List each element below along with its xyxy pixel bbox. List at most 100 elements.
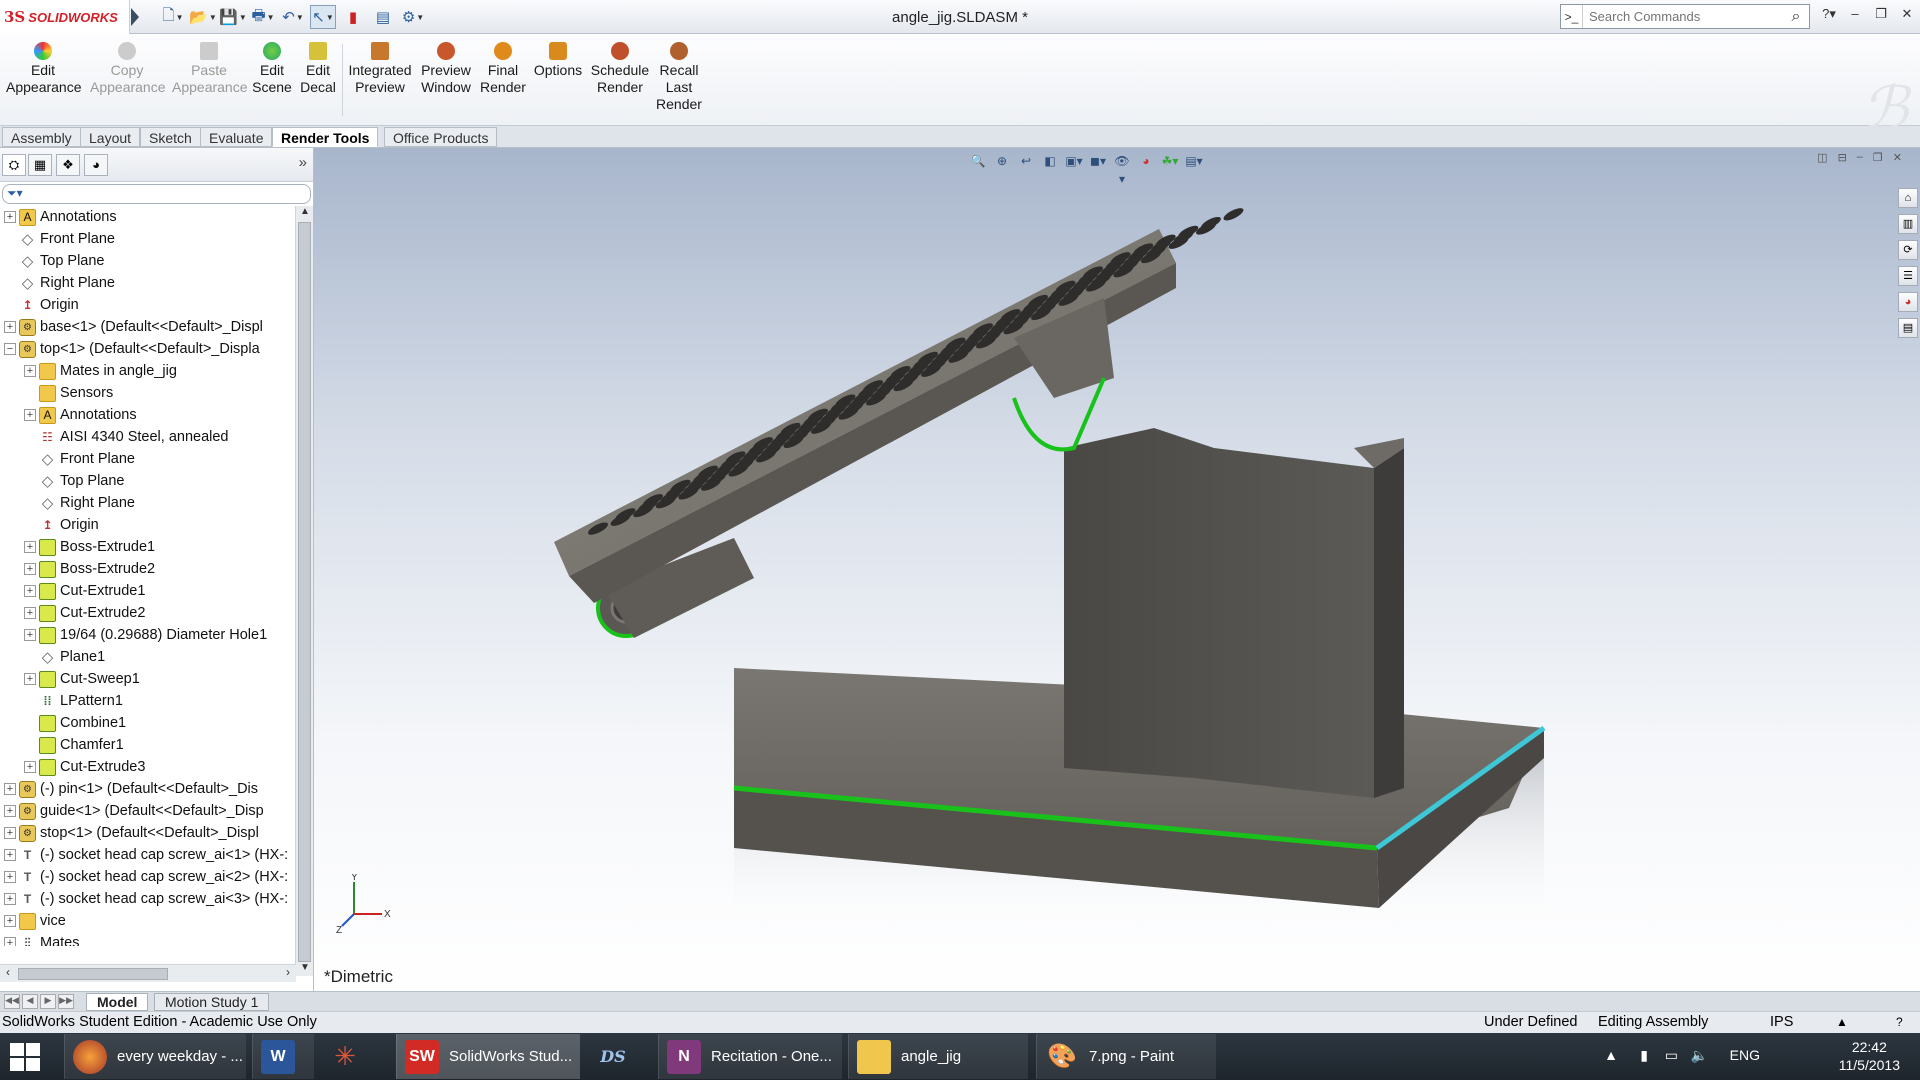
scroll-left-icon[interactable]: ‹ [0, 965, 16, 979]
tree-node[interactable]: + Cut-Extrude1 [24, 580, 145, 602]
tree-node[interactable]: + T (-) socket head cap screw_ai<2> (HX-: [4, 866, 288, 888]
expand-icon[interactable]: + [4, 849, 16, 861]
expand-icon[interactable]: + [4, 937, 16, 946]
tree-node[interactable]: + Boss-Extrude1 [24, 536, 155, 558]
rebuild-icon[interactable]: ▮ [340, 5, 366, 29]
tree-node[interactable]: − ⚙ top<1> (Default<<Default>_Displa [4, 338, 260, 360]
expand-icon[interactable]: + [24, 607, 36, 619]
volume-icon[interactable]: 🔈 [1691, 1047, 1708, 1064]
expand-icon[interactable]: + [4, 915, 16, 927]
expand-icon[interactable]: + [24, 563, 36, 575]
expand-icon[interactable]: + [4, 893, 16, 905]
taskbar-item-solidworks[interactable]: SW SolidWorks Stud... [396, 1034, 580, 1079]
language-indicator[interactable]: ENG [1730, 1047, 1760, 1063]
tree-node[interactable]: ⁞⁞ LPattern1 [24, 690, 123, 712]
tree-node[interactable]: + Boss-Extrude2 [24, 558, 155, 580]
tab-next-icon[interactable]: ▶ [40, 994, 56, 1009]
tree-node[interactable]: + vice [4, 910, 66, 932]
tree-node[interactable]: + T (-) socket head cap screw_ai<3> (HX-: [4, 888, 288, 910]
expand-icon[interactable]: + [24, 673, 36, 685]
paste-appearance-button[interactable]: Paste Appearance [172, 42, 248, 96]
taskbar-clock[interactable]: 22:42 11/5/2013 [1839, 1038, 1900, 1074]
undo-icon[interactable]: ↶ ▼ [280, 5, 306, 29]
file-properties-icon[interactable]: ▤ [370, 5, 396, 29]
expand-icon[interactable]: + [4, 871, 16, 883]
collapse-icon[interactable]: − [4, 343, 16, 355]
options-gear-icon[interactable]: ⚙ ▼ [400, 5, 426, 29]
tree-node[interactable]: + ⚙ stop<1> (Default<<Default>_Displ [4, 822, 259, 844]
search-box[interactable]: >_ ⌕ [1560, 4, 1810, 29]
scroll-right-icon[interactable]: › [280, 965, 296, 979]
scroll-up-icon[interactable]: ▲ [296, 206, 314, 220]
expand-icon[interactable]: + [24, 629, 36, 641]
help-status-icon[interactable]: ? [1896, 1012, 1903, 1033]
show-hidden-icons-icon[interactable]: ▲ [1604, 1047, 1618, 1063]
taskbar-item-paint[interactable]: 🎨 7.png - Paint [1036, 1034, 1216, 1079]
tab-motion-study-1[interactable]: Motion Study 1 [154, 993, 270, 1011]
tree-node[interactable]: + A Annotations [4, 206, 117, 228]
expand-icon[interactable]: + [24, 585, 36, 597]
search-icon[interactable]: ⌕ [1783, 8, 1809, 26]
recall-last-render-button[interactable]: Recall Last Render [654, 42, 704, 113]
schedule-render-button[interactable]: Schedule Render [590, 42, 650, 96]
tab-render-tools[interactable]: Render Tools [272, 127, 379, 147]
help-icon[interactable]: ?▾ [1820, 6, 1838, 22]
tree-node[interactable]: ◇ Top Plane [24, 470, 125, 492]
tree-node[interactable]: + ⚙ base<1> (Default<<Default>_Displ [4, 316, 263, 338]
tab-office-products[interactable]: Office Products [384, 127, 498, 147]
tree-node[interactable]: + T (-) socket head cap screw_ai<1> (HX-: [4, 844, 288, 866]
tree-node[interactable]: + A Annotations [24, 404, 137, 426]
select-pointer-icon[interactable]: ↖ ▼ [310, 5, 336, 29]
graphics-viewport[interactable]: 🔍 ⊕ ↩ ◧ ▣▾ ◼▾ 👁▾ ◕ ☘▾ ▤▾ ◫ ⊟ – ❐ ✕ ⌂ ▥ ⟳… [314, 148, 1920, 991]
restore-icon[interactable]: ❐ [1872, 6, 1890, 22]
edit-scene-button[interactable]: Edit Scene [252, 42, 292, 96]
minimize-icon[interactable]: – [1846, 6, 1864, 22]
taskbar-item-word[interactable]: W [252, 1034, 314, 1079]
tree-node[interactable]: + ⚙ (-) pin<1> (Default<<Default>_Dis [4, 778, 258, 800]
expand-icon[interactable]: + [4, 827, 16, 839]
tree-node[interactable]: ◇ Top Plane [4, 250, 105, 272]
new-document-icon[interactable]: 🗋 ▼ [160, 5, 186, 29]
menu-flyout-arrow-icon[interactable] [131, 8, 139, 26]
edit-decal-button[interactable]: Edit Decal [298, 42, 338, 96]
tab-first-icon[interactable]: ◀◀ [4, 994, 20, 1009]
tree-node[interactable]: Combine1 [24, 712, 126, 734]
final-render-button[interactable]: Final Render [480, 42, 526, 96]
feature-tree-tab-icon[interactable]: ⛭ [2, 154, 26, 176]
tree-node[interactable]: +19/64 (0.29688) Diameter Hole1 [24, 624, 267, 646]
scroll-thumb[interactable] [298, 222, 311, 962]
expand-panel-icon[interactable]: » [299, 154, 307, 171]
expand-icon[interactable]: + [24, 365, 36, 377]
tree-node[interactable]: + Mates in angle_jig [24, 360, 177, 382]
tree-filter-box[interactable]: ⏷▾ [2, 184, 311, 204]
expand-icon[interactable]: + [24, 409, 36, 421]
tab-model[interactable]: Model [86, 993, 149, 1011]
property-manager-tab-icon[interactable]: ▦ [28, 154, 52, 176]
hscroll-thumb[interactable] [18, 968, 168, 980]
edit-appearance-button[interactable]: Edit Appearance [6, 42, 82, 96]
taskbar-item-firefox[interactable]: every weekday - ... [64, 1034, 246, 1079]
tree-node[interactable]: ↥ Origin [24, 514, 98, 536]
expand-icon[interactable]: + [4, 211, 16, 223]
preview-window-button[interactable]: Preview Window [418, 42, 474, 96]
taskbar-item-onenote[interactable]: N Recitation - One... [658, 1034, 842, 1079]
units-dropdown-icon[interactable]: ▲ [1836, 1012, 1848, 1033]
expand-icon[interactable]: + [4, 321, 16, 333]
tree-node[interactable]: Chamfer1 [24, 734, 124, 756]
integrated-preview-button[interactable]: Integrated Preview [346, 42, 414, 96]
network-icon[interactable]: ▭ [1665, 1047, 1678, 1064]
power-icon[interactable]: ▮ [1640, 1047, 1648, 1064]
close-icon[interactable]: ✕ [1898, 6, 1916, 22]
save-icon[interactable]: 💾 ▼ [219, 5, 247, 29]
tree-horizontal-scrollbar[interactable]: ‹ › [0, 964, 296, 982]
tree-node[interactable]: + ⚙ guide<1> (Default<<Default>_Disp [4, 800, 264, 822]
display-manager-tab-icon[interactable]: ◕ [84, 154, 108, 176]
tree-node[interactable]: ☷ AISI 4340 Steel, annealed [24, 426, 228, 448]
taskbar-item-ds-app[interactable]: DS [588, 1034, 650, 1079]
tree-node[interactable]: ◇ Front Plane [24, 448, 135, 470]
tab-sketch[interactable]: Sketch [140, 127, 201, 147]
scroll-down-icon[interactable]: ▼ [296, 962, 314, 976]
tab-assembly[interactable]: Assembly [2, 127, 81, 147]
tree-vertical-scrollbar[interactable]: ▲ ▼ [295, 206, 313, 976]
taskbar-item-star-app[interactable]: ✳ [320, 1034, 382, 1079]
